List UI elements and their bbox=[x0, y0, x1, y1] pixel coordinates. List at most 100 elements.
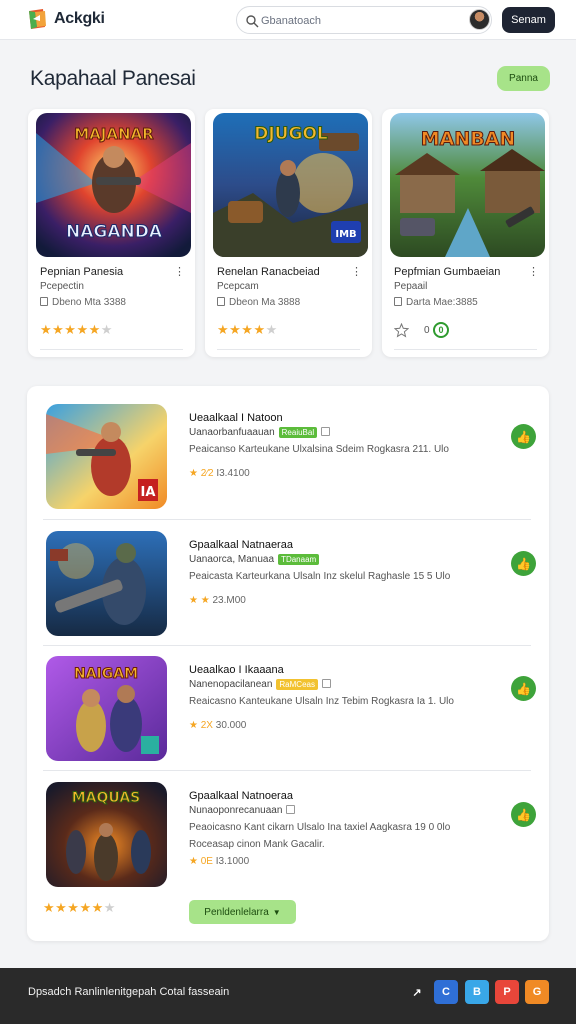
featured-card[interactable]: IMB DJUGOL Renelan Ranacbeiad ⋮ Pcepcam … bbox=[205, 109, 372, 357]
list-item[interactable]: IA Ueaalkaal I Natoon Uanaorbanfuaauan Re… bbox=[43, 404, 536, 530]
share-icon[interactable]: ↗ bbox=[405, 980, 429, 1004]
list-item[interactable]: MAQUAS Gpaalkaal Natnoeraa Nunaoponrecan… bbox=[43, 782, 536, 908]
thumb-up-icon[interactable]: 👍 bbox=[511, 424, 536, 449]
document-icon bbox=[217, 297, 225, 306]
primary-action-button[interactable]: Senam bbox=[502, 7, 555, 33]
card-subtitle: Pcepectin bbox=[40, 281, 84, 292]
checkbox-icon[interactable] bbox=[286, 805, 296, 814]
list-item-subtitle: Uanaorbanfuaauan ReaiuBal bbox=[189, 427, 331, 438]
list-item-subtitle-text: Nanenopacilanean bbox=[189, 679, 273, 690]
featured-card[interactable]: MANBAN Pepfmian Gumbaeian ⋮ Pepaail Dart… bbox=[382, 109, 549, 357]
list-item-description: Peaicasta Karteurkana Ulsaln Inz skelul … bbox=[189, 571, 451, 582]
list-item[interactable]: NAIGAM Ueaalkao I Ikaaana Nanenopacilane… bbox=[43, 656, 536, 782]
list-item-subtitle-text: Uanaorbanfuaauan bbox=[189, 427, 275, 438]
checkbox-icon[interactable] bbox=[321, 427, 331, 436]
list-item-stats: ★ 2X 30.000 bbox=[189, 720, 246, 731]
card-meta: Dbeon Ma 3888 bbox=[217, 297, 300, 308]
page-title: Kapahaal Panesai bbox=[30, 67, 196, 90]
brand-name[interactable]: Ackgki bbox=[54, 10, 105, 28]
filter-dropdown[interactable]: Penldenlelarra ▼ bbox=[189, 900, 296, 924]
card-meta-text: Dbeon Ma 3888 bbox=[229, 297, 301, 308]
play-icon[interactable]: P bbox=[495, 980, 519, 1004]
svg-text:IMB: IMB bbox=[335, 229, 356, 240]
svg-text:DJUGOL: DJUGOL bbox=[254, 124, 328, 144]
footer: Dpsadch Ranlinlenitgepah Cotal fasseain … bbox=[0, 968, 576, 1024]
card-meta: Dbeno Mta 3388 bbox=[40, 297, 126, 308]
game-list-panel: IA Ueaalkaal I Natoon Uanaorbanfuaauan Re… bbox=[27, 386, 549, 941]
more-options-icon[interactable]: ⋮ bbox=[528, 265, 539, 278]
star-rating: ★★★★★★ bbox=[43, 900, 116, 915]
chat-icon[interactable]: G bbox=[525, 980, 549, 1004]
svg-text:IA: IA bbox=[141, 485, 156, 500]
document-icon bbox=[40, 297, 48, 306]
list-item-subtitle-text: Uanaorca, Manuaa bbox=[189, 554, 275, 565]
game-cover-image[interactable]: MANBAN bbox=[390, 113, 545, 257]
list-item-subtitle: Nunaoponrecanuaan bbox=[189, 805, 296, 816]
title-action-button[interactable]: Panna bbox=[497, 66, 550, 91]
divider bbox=[40, 349, 183, 350]
thumb-up-icon[interactable]: 👍 bbox=[511, 676, 536, 701]
filter-dropdown-label: Penldenlelarra bbox=[204, 906, 269, 918]
download-count: 23.M00 bbox=[212, 595, 246, 606]
list-item-title[interactable]: Ueaalkao I Ikaaana bbox=[189, 664, 284, 676]
card-meta: Darta Mae:3885 bbox=[394, 297, 478, 308]
search-input[interactable] bbox=[261, 12, 461, 29]
star-outline-icon[interactable] bbox=[394, 323, 409, 338]
card-title[interactable]: Pepnian Panesia bbox=[40, 266, 123, 278]
list-item[interactable]: Gpaalkaal Natnaeraa Uanaorca, Manuaa TDan… bbox=[43, 531, 536, 657]
list-item-subtitle: Nanenopacilanean RaMCeas bbox=[189, 679, 331, 690]
svg-text:MAJANAR: MAJANAR bbox=[74, 125, 154, 143]
list-item-stats: ★ 0E I3.1000 bbox=[189, 856, 249, 867]
verified-badge-icon: 0 bbox=[433, 322, 449, 338]
list-item-title[interactable]: Gpaalkaal Natnoeraa bbox=[189, 790, 293, 802]
list-item-title[interactable]: Gpaalkaal Natnaeraa bbox=[189, 539, 293, 551]
divider bbox=[43, 770, 531, 771]
star-rating: ★★★★★ bbox=[217, 322, 278, 337]
download-count: 30.000 bbox=[215, 720, 247, 731]
brand-logo-icon[interactable] bbox=[26, 7, 48, 31]
game-thumbnail[interactable]: IA bbox=[46, 404, 167, 509]
search-box[interactable] bbox=[236, 6, 492, 34]
game-cover-image[interactable]: MAJANAR NAGANDA bbox=[36, 113, 191, 257]
status-badge: ReaiuBal bbox=[278, 427, 318, 438]
more-options-icon[interactable]: ⋮ bbox=[351, 265, 362, 278]
status-badge: TDanaam bbox=[278, 554, 320, 565]
card-meta-text: Darta Mae:3885 bbox=[406, 297, 478, 308]
card-title[interactable]: Renelan Ranacbeiad bbox=[217, 266, 320, 278]
thumb-up-icon[interactable]: 👍 bbox=[511, 802, 536, 827]
status-badge: RaMCeas bbox=[276, 679, 318, 690]
chevron-down-icon: ▼ bbox=[272, 907, 281, 917]
card-subtitle: Pcepcam bbox=[217, 281, 259, 292]
list-item-title[interactable]: Ueaalkaal I Natoon bbox=[189, 412, 283, 424]
svg-text:MANBAN: MANBAN bbox=[421, 128, 516, 150]
list-item-description-extra: Roceasap cinon Mank Gacalir. bbox=[189, 839, 325, 850]
card-title[interactable]: Pepfmian Gumbaeian bbox=[394, 266, 500, 278]
featured-card[interactable]: MAJANAR NAGANDA Pepnian Panesia ⋮ Pcepec… bbox=[28, 109, 195, 357]
bird-icon[interactable]: B bbox=[465, 980, 489, 1004]
game-thumbnail[interactable]: MAQUAS bbox=[46, 782, 167, 887]
divider bbox=[43, 519, 531, 520]
footer-text: Dpsadch Ranlinlenitgepah Cotal fasseain bbox=[28, 986, 230, 998]
document-icon bbox=[394, 297, 402, 306]
checkbox-icon[interactable] bbox=[321, 679, 331, 688]
svg-text:NAGANDA: NAGANDA bbox=[66, 222, 163, 242]
rating-label: ★ 2X bbox=[189, 720, 213, 731]
search-icon bbox=[246, 15, 259, 28]
list-item-stats: ★ 2⁄2 I3.4100 bbox=[189, 468, 250, 479]
more-options-icon[interactable]: ⋮ bbox=[174, 265, 185, 278]
star-rating: ★★★★★★ bbox=[40, 322, 113, 337]
avatar[interactable] bbox=[469, 9, 490, 30]
thumb-up-icon[interactable]: 👍 bbox=[511, 551, 536, 576]
list-item-description: Peaicanso Karteukane Ulxalsina Sdeim Rog… bbox=[189, 444, 449, 455]
list-item-stats: ★ ★ 23.M00 bbox=[189, 595, 246, 606]
share-count: 0 bbox=[424, 325, 430, 336]
list-item-subtitle-text: Nunaoponrecanuaan bbox=[189, 805, 283, 816]
game-cover-image[interactable]: IMB DJUGOL bbox=[213, 113, 368, 257]
card-subtitle: Pepaail bbox=[394, 281, 428, 292]
game-thumbnail[interactable] bbox=[46, 531, 167, 636]
svg-text:NAIGAM: NAIGAM bbox=[74, 666, 138, 682]
game-thumbnail[interactable]: NAIGAM bbox=[46, 656, 167, 761]
rating-label: ★ 2⁄2 bbox=[189, 468, 214, 479]
circle-c-icon[interactable]: C bbox=[434, 980, 458, 1004]
rating-label: ★ 0E bbox=[189, 856, 213, 867]
